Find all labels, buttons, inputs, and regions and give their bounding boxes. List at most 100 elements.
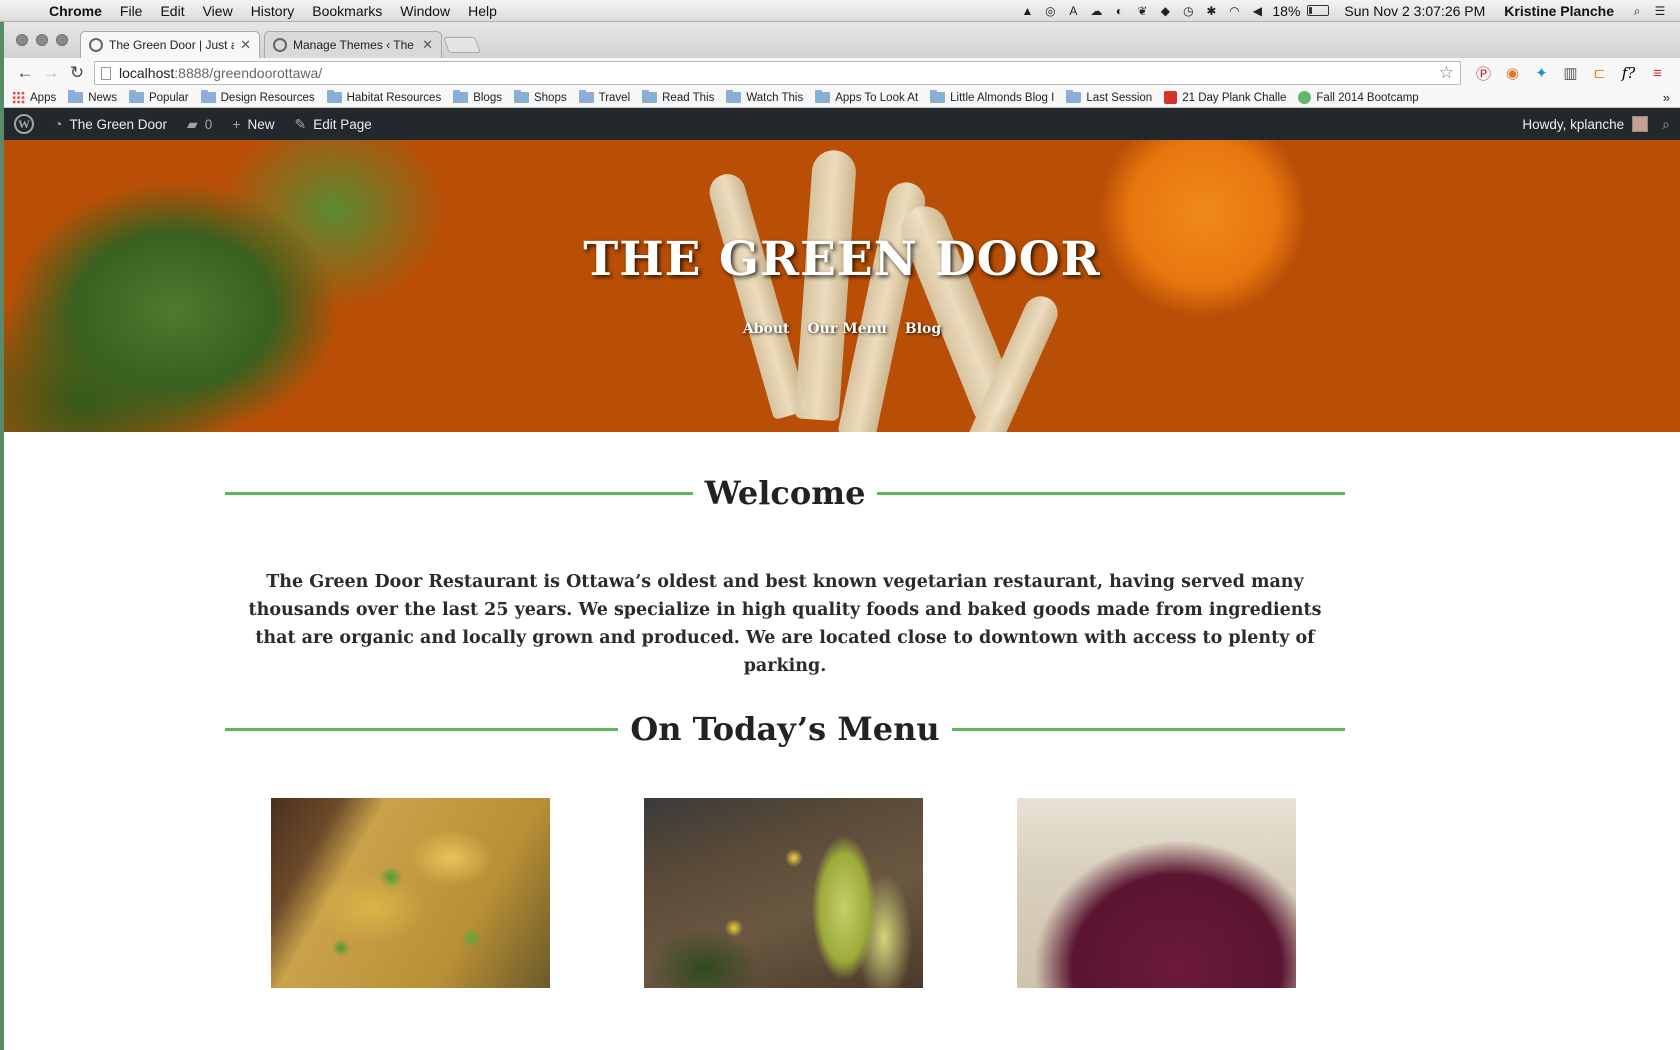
- bookmark-label: Travel: [598, 91, 631, 104]
- menu-item-beet-salad-image[interactable]: [1017, 798, 1296, 988]
- battery-icon[interactable]: [1307, 5, 1330, 16]
- close-window-button[interactable]: [16, 34, 28, 46]
- menu-history[interactable]: History: [242, 3, 304, 19]
- menu-heading-row: On Today’s Menu: [225, 710, 1345, 748]
- forward-arrow-icon[interactable]: →: [38, 63, 64, 83]
- new-label: New: [247, 116, 275, 132]
- admin-my-account[interactable]: Howdy, kplanche: [1512, 108, 1652, 140]
- sync-icon[interactable]: ◐: [1111, 4, 1127, 18]
- address-bar[interactable]: localhost:8888/greendoorottawa/ ☆: [94, 61, 1461, 85]
- minimize-window-button[interactable]: [36, 34, 48, 46]
- nav-our-menu[interactable]: Our Menu: [807, 321, 886, 337]
- url-path: :8888/greendoorottawa/: [174, 65, 323, 81]
- bookmarks-overflow-icon[interactable]: »: [1663, 90, 1680, 105]
- bookmark-label: Little Almonds Blog I: [950, 91, 1055, 104]
- ruler-extension-icon[interactable]: ⊏: [1585, 62, 1614, 84]
- bookmark-watch-this[interactable]: Watch This: [726, 90, 803, 104]
- avatar: [1632, 116, 1649, 132]
- bookmark-shops[interactable]: Shops: [513, 90, 567, 104]
- nav-about[interactable]: About: [743, 321, 790, 337]
- close-tab-icon[interactable]: ✕: [422, 37, 433, 53]
- bookmark-design-resources[interactable]: Design Resources: [200, 90, 315, 104]
- chrome-menu-icon[interactable]: ≡: [1643, 62, 1672, 84]
- bookmark-read-this[interactable]: Read This: [642, 90, 715, 104]
- adobe-icon[interactable]: A: [1065, 4, 1081, 18]
- bookmark-label: Fall 2014 Bootcamp: [1316, 91, 1419, 104]
- folder-icon: [930, 90, 946, 103]
- notification-center-icon[interactable]: ☰: [1652, 4, 1668, 18]
- bookmark-label: Habitat Resources: [346, 91, 442, 104]
- primary-nav: About Our Menu Blog: [4, 321, 1680, 337]
- tab-green-door[interactable]: The Green Door | Just anot ✕: [80, 31, 260, 58]
- admin-new-content[interactable]: + New: [222, 108, 284, 140]
- folder-icon: [726, 90, 742, 103]
- plank-challenge-icon: [1164, 91, 1178, 104]
- columns-extension-icon[interactable]: ▥: [1556, 62, 1585, 84]
- bluetooth-icon[interactable]: ✱: [1203, 4, 1219, 18]
- admin-edit-page[interactable]: ✎ Edit Page: [285, 108, 382, 140]
- wifi-icon[interactable]: ◠: [1226, 4, 1242, 18]
- folder-icon: [815, 90, 831, 103]
- menu-app-name[interactable]: Chrome: [40, 3, 111, 19]
- bookmark-apps-to-look-at[interactable]: Apps To Look At: [815, 90, 918, 104]
- folder-icon: [1066, 90, 1082, 103]
- spotlight-icon[interactable]: ⌕: [1629, 4, 1645, 18]
- zoom-window-button[interactable]: [56, 34, 68, 46]
- bookmark-popular[interactable]: Popular: [128, 90, 189, 104]
- bookmark-blogs[interactable]: Blogs: [453, 90, 502, 104]
- bookmark-fall-bootcamp[interactable]: Fall 2014 Bootcamp: [1298, 91, 1419, 104]
- whatfont-extension-icon[interactable]: f?: [1614, 62, 1643, 84]
- menu-bookmarks[interactable]: Bookmarks: [303, 3, 391, 19]
- menu-view[interactable]: View: [194, 3, 242, 19]
- clock[interactable]: Sun Nov 2 3:07:26 PM: [1344, 3, 1485, 19]
- creative-cloud-icon[interactable]: ◎: [1042, 4, 1058, 18]
- todays-menu-heading: On Today’s Menu: [630, 710, 940, 748]
- bookmark-habitat-resources[interactable]: Habitat Resources: [326, 90, 442, 104]
- back-arrow-icon[interactable]: ←: [12, 63, 38, 83]
- bookmarks-bar: Apps News Popular Design Resources Habit…: [4, 88, 1680, 108]
- menu-window[interactable]: Window: [391, 3, 459, 19]
- volume-icon[interactable]: ◀: [1249, 4, 1265, 18]
- bookmark-travel[interactable]: Travel: [578, 90, 631, 104]
- pencil-icon: ✎: [294, 115, 307, 132]
- bookmark-label: News: [88, 91, 117, 104]
- menu-item-avocado-salad-image[interactable]: [644, 798, 923, 988]
- parsnip-decor: [705, 169, 809, 421]
- folder-icon: [513, 90, 529, 103]
- pinterest-extension-icon[interactable]: Ⓟ: [1469, 62, 1498, 84]
- menu-edit[interactable]: Edit: [151, 3, 193, 19]
- menu-item-pasta-image[interactable]: [271, 798, 550, 988]
- menu-file[interactable]: File: [111, 3, 152, 19]
- admin-comments[interactable]: ▰ 0: [177, 108, 222, 140]
- bookmark-news[interactable]: News: [68, 90, 117, 104]
- edit-page-label: Edit Page: [313, 116, 372, 132]
- menu-help[interactable]: Help: [459, 3, 506, 19]
- bookmark-apps[interactable]: Apps: [12, 91, 56, 104]
- tab-title: Manage Themes ‹ The Gree: [293, 38, 416, 52]
- cloud-icon[interactable]: ☁: [1088, 4, 1104, 18]
- puzzle-extension-icon[interactable]: ✦: [1527, 62, 1556, 84]
- site-title[interactable]: THE GREEN DOOR: [4, 232, 1680, 287]
- admin-site-name[interactable]: ◔ The Green Door: [44, 108, 177, 140]
- admin-search-icon[interactable]: ⌕: [1652, 108, 1680, 140]
- wp-logo-menu[interactable]: W: [4, 108, 44, 140]
- close-tab-icon[interactable]: ✕: [240, 37, 251, 53]
- drive-icon[interactable]: ▲: [1019, 4, 1035, 18]
- new-tab-button[interactable]: [443, 37, 481, 53]
- bookmark-label: Read This: [662, 91, 715, 104]
- time-machine-icon[interactable]: ◷: [1180, 4, 1196, 18]
- admin-bar-secondary: Howdy, kplanche ⌕: [1512, 108, 1680, 140]
- bookmark-last-session[interactable]: Last Session: [1066, 90, 1152, 104]
- user-name[interactable]: Kristine Planche: [1504, 3, 1614, 19]
- bookmark-plank-challenge[interactable]: 21 Day Plank Challe: [1164, 91, 1286, 104]
- bookmark-label: Popular: [148, 91, 189, 104]
- battery-percent[interactable]: 18%: [1272, 3, 1300, 19]
- bookmark-star-icon[interactable]: ☆: [1439, 63, 1454, 83]
- colorzilla-extension-icon[interactable]: ◉: [1498, 62, 1527, 84]
- reload-icon[interactable]: ↻: [64, 63, 90, 83]
- evernote-icon[interactable]: ❦: [1134, 4, 1150, 18]
- dropbox-icon[interactable]: ◆: [1157, 4, 1173, 18]
- nav-blog[interactable]: Blog: [905, 321, 941, 337]
- tab-manage-themes[interactable]: Manage Themes ‹ The Gree ✕: [264, 31, 442, 58]
- bookmark-little-almonds-blog[interactable]: Little Almonds Blog I: [930, 90, 1055, 104]
